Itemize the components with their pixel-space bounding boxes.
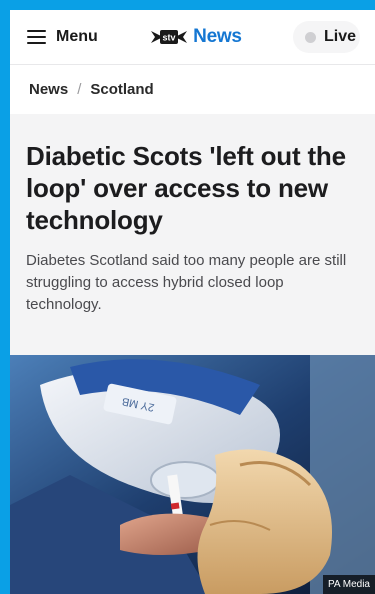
article-header: Diabetic Scots 'left out the loop' over … bbox=[10, 114, 375, 355]
stv-logo-icon: stv bbox=[151, 30, 188, 44]
article-headline: Diabetic Scots 'left out the loop' over … bbox=[26, 141, 346, 235]
top-navigation-bar: Menu stv News Live bbox=[10, 10, 375, 65]
breadcrumb-item-news[interactable]: News bbox=[29, 81, 68, 98]
article-standfirst: Diabetes Scotland said too many people a… bbox=[26, 252, 347, 313]
live-label: Live bbox=[323, 28, 356, 45]
live-button[interactable]: Live bbox=[292, 21, 360, 53]
menu-label: Menu bbox=[56, 28, 98, 45]
svg-text:stv: stv bbox=[163, 33, 176, 43]
image-credit: PA Media bbox=[322, 575, 375, 594]
page: Menu stv News Live News / Scotland Diabe… bbox=[10, 10, 375, 594]
live-indicator-dot bbox=[304, 31, 316, 43]
menu-button[interactable]: Menu bbox=[27, 28, 98, 46]
breadcrumb-separator: / bbox=[77, 81, 82, 98]
article-hero-image: 2Y MB PA Media bbox=[10, 355, 375, 594]
stv-news-logo[interactable]: stv News bbox=[149, 25, 242, 49]
breadcrumb: News / Scotland bbox=[10, 65, 375, 114]
logo-text: News bbox=[193, 26, 242, 47]
hamburger-icon bbox=[27, 30, 46, 44]
breadcrumb-item-scotland[interactable]: Scotland bbox=[90, 81, 153, 98]
glucose-test-photo: 2Y MB bbox=[10, 355, 375, 594]
